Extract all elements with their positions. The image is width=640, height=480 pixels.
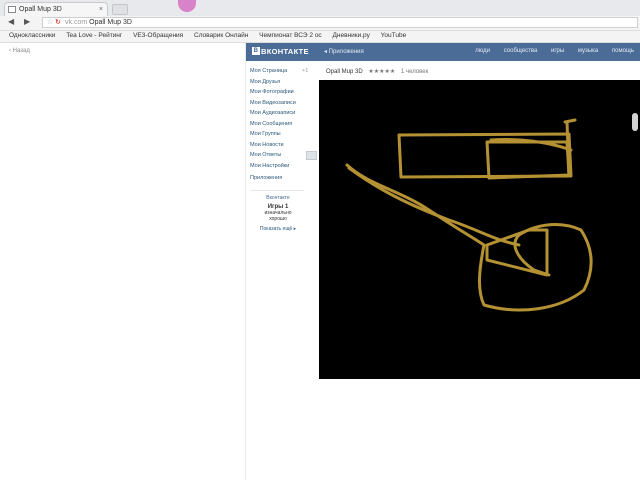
bookmark-item[interactable]: Дневники.ру xyxy=(333,31,370,41)
tab-close-icon[interactable]: × xyxy=(99,3,103,16)
ad-line-3: хорошо xyxy=(269,215,287,222)
bookmark-item[interactable]: Чемпионат ВСЭ 2 ос xyxy=(259,31,322,41)
page-favicon-icon xyxy=(8,6,16,13)
page-scrollbar-thumb[interactable] xyxy=(632,113,638,131)
friends-playing[interactable]: 1 человек xyxy=(401,69,428,75)
bookmark-item[interactable]: YouTube xyxy=(381,31,407,41)
nav-games[interactable]: игры xyxy=(551,48,564,54)
bookmark-star-icon[interactable]: ☆ xyxy=(47,18,53,27)
back-link[interactable]: ‹ Назад xyxy=(9,48,30,54)
drawn-tip-hook xyxy=(563,118,577,124)
side-item-settings[interactable]: Мои Настройки xyxy=(250,161,314,172)
drawn-box-right xyxy=(485,140,571,180)
reload-icon[interactable]: ↻ xyxy=(55,18,61,27)
nav-communities[interactable]: сообщества xyxy=(504,48,538,54)
drawn-tip xyxy=(565,120,571,178)
tab-title: Opall Mup 3D xyxy=(19,6,62,13)
apps-link[interactable]: ◂ Приложения xyxy=(324,48,364,55)
side-item-apps[interactable]: Приложения xyxy=(250,173,314,184)
side-item-friends[interactable]: Мои Друзья xyxy=(250,77,314,88)
side-item-answers[interactable]: Мои Ответы xyxy=(250,150,314,161)
side-item-news[interactable]: Мои Новости xyxy=(250,140,314,151)
side-item-groups[interactable]: Мои Группы xyxy=(250,129,314,140)
tab-strip: Opall Mup 3D × xyxy=(0,0,640,16)
side-divider xyxy=(250,189,304,191)
url-host: vk.com xyxy=(65,19,88,26)
ad-block[interactable]: Вконтакте Игры 1 изначально хорошо Показ… xyxy=(250,195,306,232)
url-field[interactable]: ☆ ↻ vk.com Opall Mup 3D xyxy=(42,17,638,28)
url-path: Opall Mup 3D xyxy=(89,19,132,26)
profile-bubble-icon[interactable] xyxy=(178,0,196,12)
vk-header: В ВКОНТАКТЕ ◂ Приложения люди сообщества … xyxy=(246,43,640,61)
ad-title: Вконтакте xyxy=(266,194,290,201)
address-bar: ◀ ▶ ☆ ↻ vk.com Opall Mup 3D xyxy=(0,16,640,31)
nav-music[interactable]: музыка xyxy=(578,48,598,54)
drawn-box-left xyxy=(397,132,573,179)
bookmark-item[interactable]: VE3-Обращения xyxy=(133,31,183,41)
bookmark-item[interactable]: Словарик Онлайн xyxy=(194,31,248,41)
rating-stars: ★★★★★ xyxy=(368,69,396,75)
forward-arrow-icon[interactable]: ▶ xyxy=(24,17,30,26)
nav-help[interactable]: помощь xyxy=(612,48,634,54)
side-item-photos[interactable]: Мои Фотографии xyxy=(250,87,314,98)
bookmark-item[interactable]: Tea Love - Рейтинг xyxy=(66,31,122,41)
back-link-label: Назад xyxy=(12,48,30,54)
game-canvas[interactable] xyxy=(319,80,640,379)
vk-logo[interactable]: В ВКОНТАКТЕ xyxy=(252,47,312,57)
browser-tab[interactable]: Opall Mup 3D × xyxy=(4,2,108,16)
vk-logo-text: ВКОНТАКТЕ xyxy=(261,47,309,56)
ad-more-link[interactable]: Показать ещё ▸ xyxy=(250,226,306,232)
game-drawing xyxy=(345,118,593,312)
bookmark-item[interactable]: Одноклассники xyxy=(9,31,55,41)
nav-people[interactable]: люди xyxy=(475,48,490,54)
vk-side-menu: Моя Страница +1 Мои Друзья Мои Фотографи… xyxy=(250,66,314,232)
side-item-videos[interactable]: Мои Видеозаписи xyxy=(250,98,314,109)
back-arrow-icon[interactable]: ◀ xyxy=(8,17,14,26)
left-pane: ‹ Назад xyxy=(0,43,246,480)
app-title-row: Opall Mup 3D ★★★★★ 1 человек xyxy=(326,68,428,75)
app-title[interactable]: Opall Mup 3D xyxy=(326,69,363,75)
vk-top-nav: люди сообщества игры музыка помощь xyxy=(463,48,634,54)
side-item-audio[interactable]: Мои Аудиозаписи xyxy=(250,108,314,119)
side-item-messages[interactable]: Мои Сообщения xyxy=(250,119,314,130)
friends-count: +1 xyxy=(302,68,309,74)
bookmarks-bar: Одноклассники Tea Love - Рейтинг VE3-Обр… xyxy=(0,31,640,43)
new-tab-button[interactable] xyxy=(112,4,128,15)
vk-logo-icon: В xyxy=(252,47,260,55)
collapse-toggle[interactable] xyxy=(306,151,317,160)
drawn-tail-loop xyxy=(347,166,521,247)
